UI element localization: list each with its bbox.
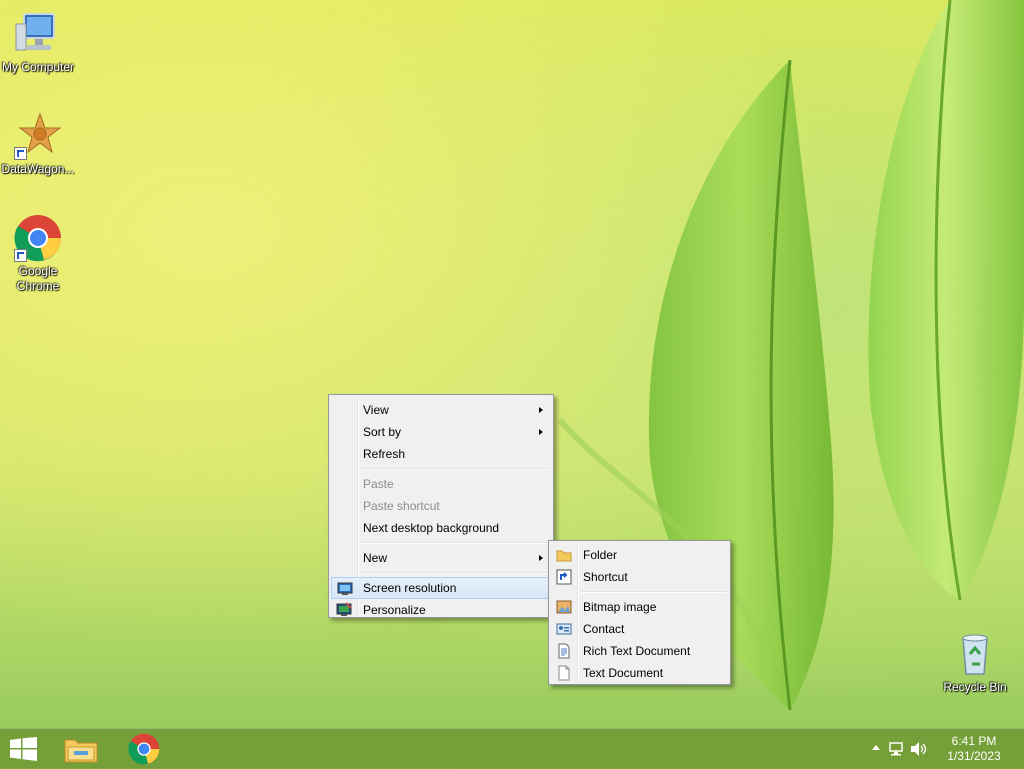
shortcut-icon (556, 569, 572, 585)
new-item-contact[interactable]: Contact (551, 618, 728, 640)
chrome-icon (128, 733, 160, 765)
menu-item-screen-resolution[interactable]: Screen resolution (331, 577, 551, 599)
menu-item-label: Rich Text Document (583, 644, 691, 658)
menu-separator (361, 468, 549, 470)
submenu-arrow-icon (539, 407, 543, 413)
menu-item-label: Refresh (363, 447, 406, 461)
folder-icon (556, 547, 572, 563)
new-item-text-document[interactable]: Text Document (551, 662, 728, 684)
volume-icon[interactable] (910, 741, 928, 757)
taskbar: 6:41 PM 1/31/2023 (0, 728, 1024, 769)
shortcut-overlay-icon (14, 147, 27, 160)
new-item-bitmap-image[interactable]: Bitmap image (551, 596, 728, 618)
shortcut-overlay-icon (14, 249, 27, 262)
menu-separator (581, 591, 726, 593)
new-item-folder[interactable]: Folder (551, 544, 728, 566)
menu-item-label: Bitmap image (583, 600, 657, 614)
file-explorer-icon (64, 739, 98, 763)
submenu-arrow-icon (539, 555, 543, 561)
menu-separator (361, 542, 549, 544)
menu-item-label: Folder (583, 548, 618, 562)
menu-item-label: New (363, 551, 388, 565)
menu-item-paste: Paste (331, 473, 551, 495)
rich-text-icon (556, 643, 572, 659)
menu-item-label: Paste shortcut (363, 499, 440, 513)
clock-date: 1/31/2023 (947, 749, 1001, 763)
menu-item-label: Sort by (363, 425, 402, 439)
menu-item-label: Screen resolution (363, 581, 457, 595)
menu-item-view[interactable]: View (331, 399, 551, 421)
network-icon[interactable] (888, 741, 904, 757)
desktop-icon-label: My Computer (1, 60, 75, 74)
contact-icon (556, 621, 572, 637)
menu-item-refresh[interactable]: Refresh (331, 443, 551, 465)
new-item-shortcut[interactable]: Shortcut (551, 566, 728, 588)
bitmap-icon (556, 599, 572, 615)
personalize-icon (336, 602, 352, 618)
menu-separator (361, 572, 549, 574)
menu-item-label: Text Document (583, 666, 664, 680)
desktop-icon-recycle-bin[interactable]: Recycle Bin (937, 630, 1013, 695)
datawagon-icon (14, 112, 62, 160)
menu-item-sort-by[interactable]: Sort by (331, 421, 551, 443)
desktop-icon-my-computer[interactable]: My Computer (0, 10, 76, 75)
chrome-button[interactable] (114, 729, 174, 769)
display-icon (337, 581, 353, 597)
menu-item-personalize[interactable]: Personalize (331, 599, 551, 621)
menu-item-label: Personalize (363, 603, 426, 617)
show-hidden-icons-arrow[interactable] (872, 745, 880, 750)
menu-item-label: Contact (583, 622, 625, 636)
desktop-context-menu: View Sort by Refresh Paste Paste shortcu… (328, 394, 554, 618)
submenu-arrow-icon (539, 429, 543, 435)
menu-item-new[interactable]: New (331, 547, 551, 569)
clock-time: 6:41 PM (951, 734, 997, 748)
desktop-icon-google-chrome[interactable]: Google Chrome (0, 214, 76, 294)
start-button[interactable] (0, 729, 48, 769)
menu-item-label: Shortcut (583, 570, 628, 584)
menu-item-next-desktop-background[interactable]: Next desktop background (331, 517, 551, 539)
chrome-icon (14, 214, 62, 262)
windows-logo-icon (10, 737, 37, 761)
system-tray: 6:41 PM 1/31/2023 (864, 729, 1024, 769)
computer-icon (14, 10, 62, 58)
desktop-icon-label: Google Chrome (16, 264, 60, 293)
menu-item-paste-shortcut: Paste shortcut (331, 495, 551, 517)
file-explorer-button[interactable] (52, 729, 112, 769)
text-document-icon (556, 665, 572, 681)
menu-item-label: View (363, 403, 389, 417)
recycle-bin-icon (951, 630, 999, 678)
new-submenu: Folder Shortcut Bitmap image Contact Ric… (548, 540, 731, 685)
menu-item-label: Paste (363, 477, 394, 491)
menu-item-label: Next desktop background (363, 521, 500, 535)
new-item-rich-text-document[interactable]: Rich Text Document (551, 640, 728, 662)
desktop-icon-label: Recycle Bin (943, 680, 1007, 694)
desktop-icon-label: DataWagon... (1, 162, 75, 176)
taskbar-clock[interactable]: 6:41 PM 1/31/2023 (938, 734, 1010, 764)
desktop-icon-datawagon[interactable]: DataWagon... (0, 112, 76, 177)
